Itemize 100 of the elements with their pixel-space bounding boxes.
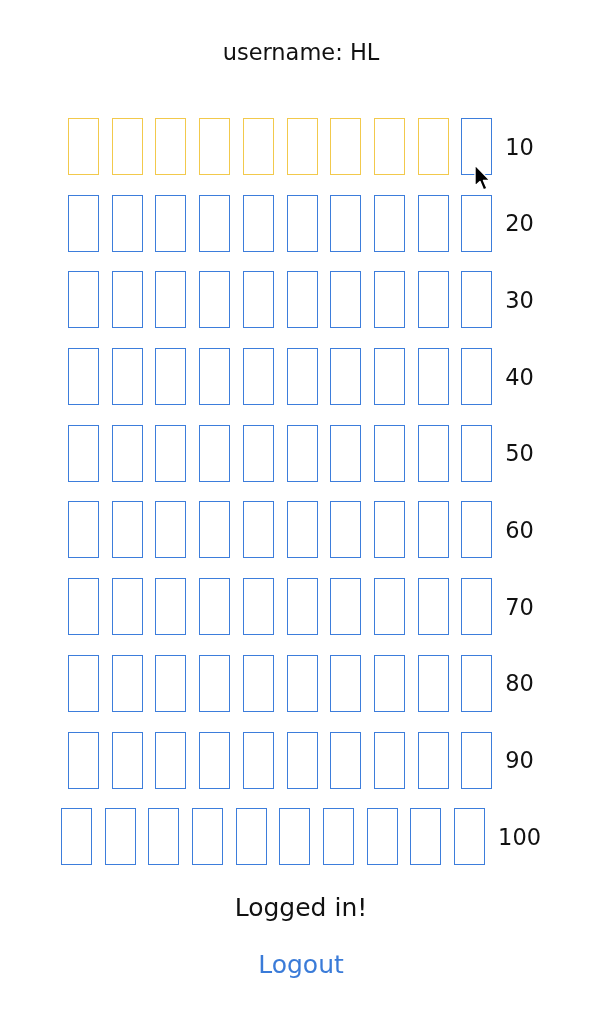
grid-cell[interactable] bbox=[199, 271, 231, 329]
grid-cell[interactable] bbox=[330, 654, 362, 712]
grid-cell[interactable] bbox=[155, 271, 187, 329]
logout-link[interactable]: Logout bbox=[258, 950, 344, 981]
grid-cell[interactable] bbox=[111, 194, 143, 252]
grid-cell[interactable] bbox=[286, 118, 318, 175]
grid-cell[interactable] bbox=[68, 348, 100, 406]
grid-cell[interactable] bbox=[155, 501, 187, 559]
grid-cell[interactable] bbox=[417, 654, 449, 712]
grid-cell[interactable] bbox=[286, 501, 318, 559]
grid-cell[interactable] bbox=[286, 424, 318, 482]
grid-cell[interactable] bbox=[330, 118, 362, 175]
grid-cell[interactable] bbox=[242, 654, 274, 712]
grid-cell[interactable] bbox=[417, 271, 449, 329]
grid-cell[interactable] bbox=[330, 348, 362, 406]
grid-cell[interactable] bbox=[242, 194, 274, 252]
grid-cell[interactable] bbox=[155, 348, 187, 406]
grid-cell[interactable] bbox=[286, 578, 318, 636]
grid-cell[interactable] bbox=[68, 578, 100, 636]
grid-cell[interactable] bbox=[111, 271, 143, 329]
grid-cell[interactable] bbox=[199, 194, 231, 252]
grid-cell[interactable] bbox=[60, 808, 92, 866]
grid-cell[interactable] bbox=[286, 194, 318, 252]
grid-cell[interactable] bbox=[242, 271, 274, 329]
grid-cell[interactable] bbox=[461, 578, 493, 636]
grid-cell[interactable] bbox=[286, 731, 318, 789]
grid-cell[interactable] bbox=[410, 808, 442, 866]
grid-cell[interactable] bbox=[242, 348, 274, 406]
grid-cell[interactable] bbox=[417, 194, 449, 252]
grid-cell[interactable] bbox=[461, 731, 493, 789]
grid-cell[interactable] bbox=[242, 731, 274, 789]
grid-cell[interactable] bbox=[242, 118, 274, 175]
grid-cell[interactable] bbox=[373, 118, 405, 175]
grid-cell[interactable] bbox=[68, 654, 100, 712]
grid-cell[interactable] bbox=[373, 194, 405, 252]
grid-cell[interactable] bbox=[68, 731, 100, 789]
grid-cell[interactable] bbox=[417, 578, 449, 636]
grid-cell[interactable] bbox=[235, 808, 267, 866]
grid-cell[interactable] bbox=[155, 578, 187, 636]
grid-cell[interactable] bbox=[199, 501, 231, 559]
grid-cell[interactable] bbox=[373, 654, 405, 712]
grid-cell[interactable] bbox=[417, 731, 449, 789]
grid-cell[interactable] bbox=[111, 578, 143, 636]
grid-cell[interactable] bbox=[373, 578, 405, 636]
grid-cell[interactable] bbox=[461, 271, 493, 329]
grid-cell[interactable] bbox=[330, 501, 362, 559]
grid-cell[interactable] bbox=[242, 424, 274, 482]
grid-cell[interactable] bbox=[330, 731, 362, 789]
grid-cell[interactable] bbox=[199, 578, 231, 636]
grid-cell[interactable] bbox=[461, 194, 493, 252]
grid-cell[interactable] bbox=[111, 731, 143, 789]
grid-cell[interactable] bbox=[454, 808, 486, 866]
grid-cell[interactable] bbox=[366, 808, 398, 866]
grid-cell[interactable] bbox=[111, 501, 143, 559]
grid-cell[interactable] bbox=[68, 424, 100, 482]
grid-cell[interactable] bbox=[155, 654, 187, 712]
grid-cell[interactable] bbox=[155, 731, 187, 789]
grid-cell[interactable] bbox=[111, 654, 143, 712]
grid-cell[interactable] bbox=[461, 348, 493, 406]
grid-cell[interactable] bbox=[111, 348, 143, 406]
grid-cell[interactable] bbox=[111, 118, 143, 175]
grid-cell[interactable] bbox=[286, 654, 318, 712]
grid-cell[interactable] bbox=[155, 118, 187, 175]
grid-cell[interactable] bbox=[373, 271, 405, 329]
grid-cell[interactable] bbox=[330, 271, 362, 329]
grid-cell[interactable] bbox=[199, 118, 231, 175]
grid-cell[interactable] bbox=[373, 731, 405, 789]
grid-cell[interactable] bbox=[242, 578, 274, 636]
grid-cell[interactable] bbox=[68, 271, 100, 329]
grid-cell[interactable] bbox=[461, 424, 493, 482]
grid-cell[interactable] bbox=[461, 501, 493, 559]
grid-cell[interactable] bbox=[417, 118, 449, 175]
grid-cell[interactable] bbox=[68, 118, 100, 175]
grid-cell[interactable] bbox=[148, 808, 180, 866]
grid-cell[interactable] bbox=[199, 731, 231, 789]
grid-cell[interactable] bbox=[373, 424, 405, 482]
grid-cell[interactable] bbox=[68, 501, 100, 559]
grid-cell[interactable] bbox=[330, 194, 362, 252]
grid-cell[interactable] bbox=[104, 808, 136, 866]
grid-cell[interactable] bbox=[68, 194, 100, 252]
grid-cell[interactable] bbox=[330, 424, 362, 482]
grid-cell[interactable] bbox=[323, 808, 355, 866]
grid-cell[interactable] bbox=[111, 424, 143, 482]
grid-cell[interactable] bbox=[417, 501, 449, 559]
grid-cell[interactable] bbox=[286, 348, 318, 406]
grid-cell[interactable] bbox=[417, 424, 449, 482]
grid-cell[interactable] bbox=[199, 348, 231, 406]
grid-cell[interactable] bbox=[155, 424, 187, 482]
grid-cell[interactable] bbox=[279, 808, 311, 866]
grid-cell[interactable] bbox=[192, 808, 223, 866]
grid-cell[interactable] bbox=[373, 348, 405, 406]
grid-cell[interactable] bbox=[461, 118, 493, 175]
grid-cell[interactable] bbox=[286, 271, 318, 329]
grid-cell[interactable] bbox=[330, 578, 362, 636]
grid-cell[interactable] bbox=[242, 501, 274, 559]
grid-cell[interactable] bbox=[373, 501, 405, 559]
grid-cell[interactable] bbox=[155, 194, 187, 252]
grid-cell[interactable] bbox=[199, 424, 231, 482]
grid-cell[interactable] bbox=[417, 348, 449, 406]
grid-cell[interactable] bbox=[199, 654, 231, 712]
